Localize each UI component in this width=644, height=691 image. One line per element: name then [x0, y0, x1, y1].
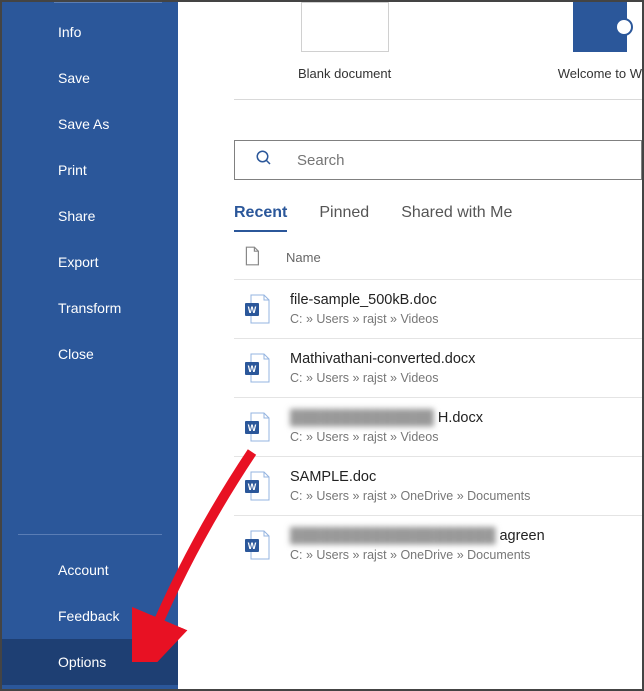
- tab-recent[interactable]: Recent: [234, 204, 287, 232]
- sidebar-top-list: Info Save Save As Print Share Export Tra…: [2, 9, 178, 522]
- divider: [234, 99, 642, 100]
- file-text: file-sample_500kB.doc C: » Users » rajst …: [290, 292, 438, 326]
- list-header-name[interactable]: Name: [286, 250, 321, 265]
- svg-text:W: W: [248, 305, 257, 315]
- file-row[interactable]: W SAMPLE.doc C: » Users » rajst » OneDrive…: [234, 456, 642, 515]
- sidebar-item-feedback[interactable]: Feedback: [2, 593, 178, 639]
- word-document-icon: W: [244, 353, 270, 383]
- sidebar-item-print[interactable]: Print: [2, 147, 178, 193]
- sidebar-item-close[interactable]: Close: [2, 331, 178, 377]
- backstage-sidebar: Info Save Save As Print Share Export Tra…: [2, 2, 178, 689]
- file-name: ██████████████ H.docx: [290, 410, 483, 426]
- file-text: Mathivathani-converted.docx C: » Users » …: [290, 351, 475, 385]
- sidebar-top-rule: [54, 2, 162, 3]
- file-path: C: » Users » rajst » Videos: [290, 371, 475, 385]
- search-box[interactable]: [234, 140, 642, 180]
- svg-text:W: W: [248, 482, 257, 492]
- file-path: C: » Users » rajst » OneDrive » Document…: [290, 489, 530, 503]
- tab-pinned[interactable]: Pinned: [319, 204, 369, 232]
- template-welcome[interactable]: Welcome to W: [558, 2, 642, 81]
- word-document-icon: W: [244, 412, 270, 442]
- sidebar-divider: [18, 534, 162, 535]
- word-document-icon: W: [244, 471, 270, 501]
- main-panel: Blank document Welcome to W Recent Pinne…: [178, 2, 642, 689]
- search-icon: [255, 149, 273, 172]
- document-icon: [244, 246, 260, 269]
- welcome-thumb: [573, 2, 627, 52]
- sidebar-item-export[interactable]: Export: [2, 239, 178, 285]
- template-blank[interactable]: Blank document: [298, 2, 391, 81]
- file-row[interactable]: W ████████████████████ agreen C: » Users »…: [234, 515, 642, 574]
- sidebar-item-account[interactable]: Account: [2, 547, 178, 593]
- file-name: Mathivathani-converted.docx: [290, 351, 475, 367]
- file-row[interactable]: Wfile-sample_500kB.doc C: » Users » rajst…: [234, 279, 642, 338]
- template-welcome-label: Welcome to W: [558, 66, 642, 81]
- sidebar-item-save[interactable]: Save: [2, 55, 178, 101]
- svg-text:W: W: [248, 541, 257, 551]
- file-text: ████████████████████ agreen C: » Users » …: [290, 528, 545, 562]
- sidebar-item-options[interactable]: Options: [2, 639, 178, 685]
- file-name: ████████████████████ agreen: [290, 528, 545, 544]
- sidebar-item-info[interactable]: Info: [2, 9, 178, 55]
- svg-text:W: W: [248, 423, 257, 433]
- file-path: C: » Users » rajst » OneDrive » Document…: [290, 548, 545, 562]
- file-text: SAMPLE.doc C: » Users » rajst » OneDrive …: [290, 469, 530, 503]
- sidebar-item-save-as[interactable]: Save As: [2, 101, 178, 147]
- sidebar-item-transform[interactable]: Transform: [2, 285, 178, 331]
- file-path: C: » Users » rajst » Videos: [290, 312, 438, 326]
- file-row[interactable]: W ██████████████ H.docx C: » Users » rajst…: [234, 397, 642, 456]
- blank-thumb: [301, 2, 389, 52]
- svg-text:W: W: [248, 364, 257, 374]
- search-wrap: [234, 140, 642, 180]
- file-tabs: Recent Pinned Shared with Me: [234, 204, 642, 232]
- sidebar-bottom-list: Account Feedback Options: [2, 547, 178, 689]
- tab-shared[interactable]: Shared with Me: [401, 204, 512, 232]
- word-document-icon: W: [244, 530, 270, 560]
- template-blank-label: Blank document: [298, 66, 391, 81]
- file-name: SAMPLE.doc: [290, 469, 530, 485]
- list-header: Name: [244, 246, 642, 269]
- file-list: Wfile-sample_500kB.doc C: » Users » rajst…: [234, 279, 642, 574]
- file-row[interactable]: W Mathivathani-converted.docx C: » Users »…: [234, 338, 642, 397]
- file-name: file-sample_500kB.doc: [290, 292, 438, 308]
- file-path: C: » Users » rajst » Videos: [290, 430, 483, 444]
- word-document-icon: W: [244, 294, 270, 324]
- search-input[interactable]: [297, 152, 641, 169]
- template-row: Blank document Welcome to W: [178, 2, 642, 99]
- sidebar-item-share[interactable]: Share: [2, 193, 178, 239]
- file-text: ██████████████ H.docx C: » Users » rajst …: [290, 410, 483, 444]
